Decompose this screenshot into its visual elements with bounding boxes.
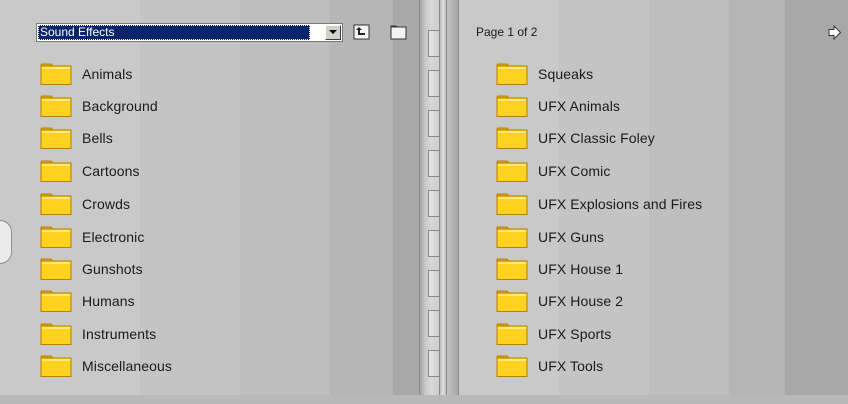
folder-label: Bells (82, 130, 113, 146)
chevron-down-icon[interactable] (325, 25, 341, 40)
folder-icon (496, 63, 528, 85)
folder-item[interactable]: UFX Animals (496, 90, 620, 122)
folder-item[interactable]: Gunshots (40, 253, 143, 285)
spine-ring (428, 70, 439, 97)
spine-ring (428, 310, 439, 337)
bottom-edge (0, 395, 848, 404)
folder-icon (496, 127, 528, 149)
folder-label: Gunshots (82, 261, 143, 277)
folder-icon (496, 193, 528, 215)
folder-item[interactable]: UFX Guns (496, 221, 604, 253)
next-page-arrow-icon[interactable] (828, 24, 842, 41)
spine-ring (428, 350, 439, 377)
folder-item[interactable]: Animals (40, 58, 133, 90)
folder-item[interactable]: Background (40, 90, 158, 122)
left-page-tab[interactable] (0, 220, 12, 264)
folder-icon (496, 258, 528, 280)
folder-icon (496, 160, 528, 182)
folder-icon (40, 258, 72, 280)
folder-item[interactable]: Squeaks (496, 58, 593, 90)
folder-icon (40, 127, 72, 149)
folder-label: Instruments (82, 326, 157, 342)
folder-icon (40, 355, 72, 377)
folder-label: Squeaks (538, 66, 594, 82)
folder-label: Cartoons (82, 163, 140, 179)
folder-icon (40, 160, 72, 182)
folder-label: Humans (82, 293, 135, 309)
spine-ring (428, 30, 439, 57)
folder-label: Miscellaneous (82, 358, 173, 374)
folder-item[interactable]: UFX Comic (496, 155, 610, 187)
spine-ring (428, 190, 439, 217)
folder-item[interactable]: UFX House 2 (496, 285, 623, 317)
folder-icon (40, 63, 72, 85)
category-dropdown[interactable]: Sound Effects (36, 23, 343, 42)
spine-ring (428, 230, 439, 257)
spine-ring (428, 150, 439, 177)
folder-item[interactable]: Instruments (40, 318, 156, 350)
folder-label: UFX Tools (538, 358, 604, 374)
folder-item[interactable]: Crowds (40, 188, 130, 220)
folder-label: Electronic (82, 229, 145, 245)
folder-icon (40, 323, 72, 345)
folder-icon (40, 226, 72, 248)
spine-rod (439, 0, 447, 404)
folder-item[interactable]: Humans (40, 285, 135, 317)
folder-item[interactable]: UFX Classic Foley (496, 122, 655, 154)
folder-label: Background (82, 98, 158, 114)
folder-label: Animals (82, 66, 133, 82)
folder-item[interactable]: Electronic (40, 221, 144, 253)
folder-icon (496, 226, 528, 248)
folder-icon (496, 290, 528, 312)
spine-edge (419, 0, 420, 404)
folder-item[interactable]: Cartoons (40, 155, 140, 187)
folder-label: Crowds (82, 196, 131, 212)
folder-icon (40, 193, 72, 215)
folder-label: UFX Classic Foley (538, 130, 655, 146)
spine-ring (428, 110, 439, 137)
folder-label: UFX Guns (538, 229, 605, 245)
spine-ring (428, 270, 439, 297)
folder-label: UFX Explosions and Fires (538, 196, 703, 212)
new-folder-icon[interactable] (390, 24, 407, 40)
folder-icon (496, 355, 528, 377)
folder-icon (40, 290, 72, 312)
dropdown-selected-value: Sound Effects (38, 25, 310, 40)
up-one-level-icon[interactable] (353, 24, 370, 40)
folder-icon (496, 95, 528, 117)
folder-label: UFX House 2 (538, 293, 624, 309)
folder-item[interactable]: UFX Explosions and Fires (496, 188, 702, 220)
folder-label: UFX Comic (538, 163, 611, 179)
folder-icon (40, 95, 72, 117)
folder-icon (496, 323, 528, 345)
folder-item[interactable]: Miscellaneous (40, 350, 172, 382)
folder-item[interactable]: UFX Sports (496, 318, 611, 350)
folder-label: UFX House 1 (538, 261, 624, 277)
folder-item[interactable]: Bells (40, 122, 113, 154)
folder-label: UFX Animals (538, 98, 621, 114)
folder-item[interactable]: UFX Tools (496, 350, 603, 382)
folder-label: UFX Sports (538, 326, 612, 342)
folder-item[interactable]: UFX House 1 (496, 253, 623, 285)
page-indicator: Page 1 of 2 (476, 25, 538, 39)
